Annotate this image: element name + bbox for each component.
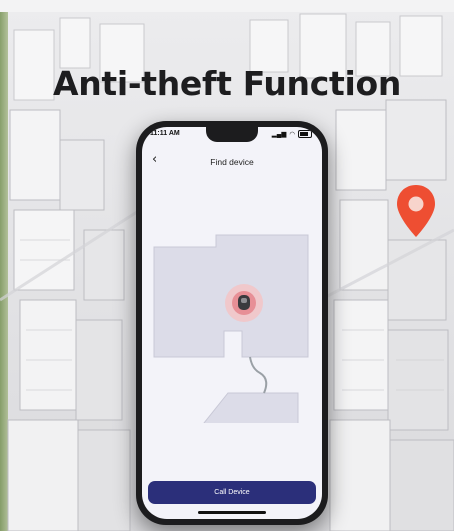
nav-title: Find device	[210, 157, 254, 167]
battery-icon	[298, 130, 312, 138]
call-device-button[interactable]: Call Device	[148, 481, 316, 504]
headline: Anti-theft Function	[52, 64, 402, 103]
home-indicator	[198, 511, 266, 514]
phone-screen: 11:11 AM ▂▄▆ ◠ ‹ Find device Call Device	[142, 127, 322, 519]
wifi-icon: ◠	[289, 131, 295, 138]
status-icons: ▂▄▆ ◠	[272, 130, 312, 138]
phone-mockup: 11:11 AM ▂▄▆ ◠ ‹ Find device Call Device	[136, 121, 328, 525]
signal-icon: ▂▄▆	[271, 131, 287, 138]
status-time: 11:11 AM	[150, 130, 180, 137]
phone-notch	[206, 127, 258, 142]
floor-map	[153, 234, 309, 423]
location-pin-icon	[397, 185, 435, 237]
